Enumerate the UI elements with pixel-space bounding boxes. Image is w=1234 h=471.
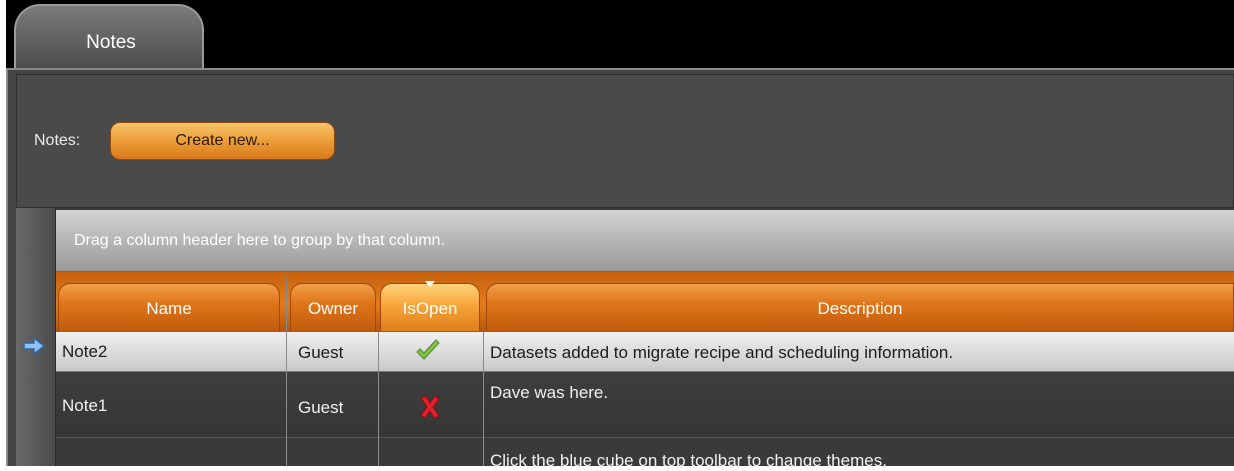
x-icon xyxy=(420,395,440,419)
cell-description: Click the blue cube on top toolbar to ch… xyxy=(490,451,887,470)
column-header-isopen[interactable]: IsOpen xyxy=(380,283,480,331)
check-icon xyxy=(416,339,440,360)
cell-description: Datasets added to migrate recipe and sch… xyxy=(490,343,954,362)
column-header-description[interactable]: Description xyxy=(486,283,1234,331)
column-divider xyxy=(286,278,287,466)
cell-name: Note2 xyxy=(62,342,108,361)
sort-descending-icon xyxy=(425,281,435,287)
cell-owner: Guest xyxy=(298,398,344,417)
table-row[interactable] xyxy=(56,372,1234,438)
tab-notes-label: Notes xyxy=(86,32,136,53)
tab-notes[interactable]: Notes xyxy=(14,4,204,72)
group-by-hint: Drag a column header here to group by th… xyxy=(74,232,445,249)
column-divider xyxy=(483,332,484,466)
cell-owner: Guest xyxy=(298,343,344,362)
cell-description: Dave was here. xyxy=(490,383,609,402)
column-divider xyxy=(378,332,379,466)
notes-label: Notes: xyxy=(34,132,81,149)
cell-name: Note1 xyxy=(62,396,108,415)
create-new-button[interactable]: Create new... xyxy=(110,122,335,160)
current-row-arrow-icon xyxy=(23,337,46,355)
column-header-name[interactable]: Name xyxy=(58,283,280,331)
column-header-owner[interactable]: Owner xyxy=(290,283,376,331)
